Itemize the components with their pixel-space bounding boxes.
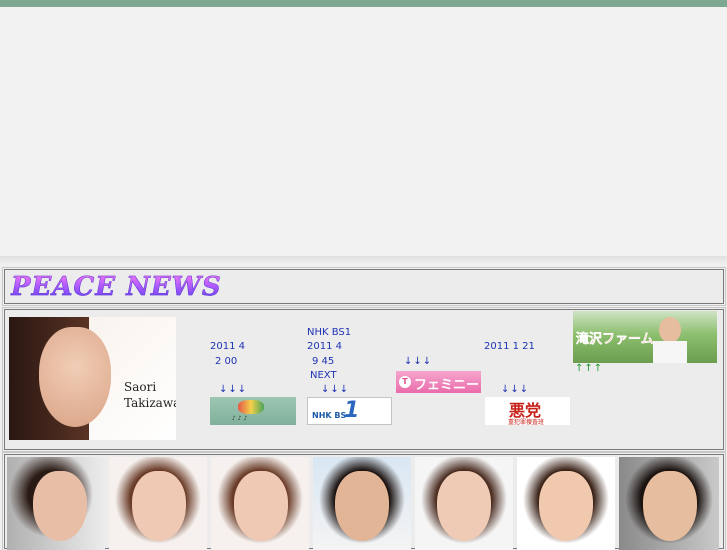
logo-caption: ♪ ♪ ♪ (232, 415, 248, 422)
feminina-logo[interactable]: T フェミニーナ (396, 371, 481, 393)
akutou-logo[interactable]: 悪党 重犯罪捜査班 (485, 397, 570, 425)
photo-face (539, 471, 593, 541)
portrait-name: Saori Takizawa (124, 379, 176, 411)
photo-face (643, 471, 697, 541)
item3-arrows: ↓↓↓ (404, 356, 433, 367)
item1-time: 2 00 (215, 356, 238, 367)
item2-next-link[interactable]: NEXT (310, 370, 337, 381)
farm-banner[interactable]: 滝沢ファーム (573, 311, 717, 363)
portrait-face (39, 327, 111, 427)
gallery-photo[interactable] (517, 457, 615, 550)
portrait-name-last: Takizawa (124, 396, 176, 410)
gallery-photo[interactable] (109, 457, 207, 550)
gallery-photo[interactable] (7, 457, 105, 550)
photo-face (33, 471, 87, 541)
gallery-photo[interactable] (619, 457, 719, 550)
profile-portrait[interactable]: Saori Takizawa (9, 317, 176, 440)
item4-date: 2011 1 21 (484, 341, 535, 352)
children-tv-logo[interactable]: ♪ ♪ ♪ (210, 397, 296, 425)
blank-banner-area (0, 7, 727, 257)
logo-sub: 重犯罪捜査班 (508, 419, 545, 425)
banner-person-face (659, 317, 681, 343)
banner-person-body (653, 341, 687, 363)
gallery-photo[interactable] (313, 457, 411, 550)
item2-arrows: ↓↓↓ (321, 384, 350, 395)
logo-number: 1 (344, 398, 360, 423)
photo-face (335, 471, 389, 541)
farm-banner-text: 滝沢ファーム (576, 332, 654, 347)
gallery-photo[interactable] (415, 457, 513, 550)
item2-time: 9 45 (312, 356, 335, 367)
item4-arrows: ↓↓↓ (501, 384, 530, 395)
logo-text: フェミニーナ (414, 378, 480, 393)
logo-emblem (238, 400, 264, 414)
divider-shadow (0, 256, 727, 264)
news-panel: Saori Takizawa 2011 4 2 00 ↓↓↓ ♪ ♪ ♪ NHK… (2, 307, 726, 452)
photo-face (234, 471, 288, 541)
item2-channel: NHK BS1 (307, 327, 352, 338)
portrait-name-first: Saori (124, 380, 157, 394)
photo-face (437, 471, 491, 541)
farm-arrows: ↑↑↑ (575, 363, 604, 374)
top-bar (0, 0, 727, 7)
logo-sub: NHK BS (312, 411, 347, 420)
site-title: PEACE NEWS (11, 272, 222, 303)
logo-mark: T (399, 376, 411, 388)
photo-gallery (2, 452, 726, 550)
photo-face (132, 471, 186, 541)
bs1-channel-logo[interactable]: NHK BS 1 (307, 397, 392, 425)
item1-date: 2011 4 (210, 341, 245, 352)
item1-arrows: ↓↓↓ (219, 384, 248, 395)
header-panel: PEACE NEWS (2, 267, 726, 306)
item2-date: 2011 4 (307, 341, 342, 352)
gallery-photo[interactable] (211, 457, 309, 550)
